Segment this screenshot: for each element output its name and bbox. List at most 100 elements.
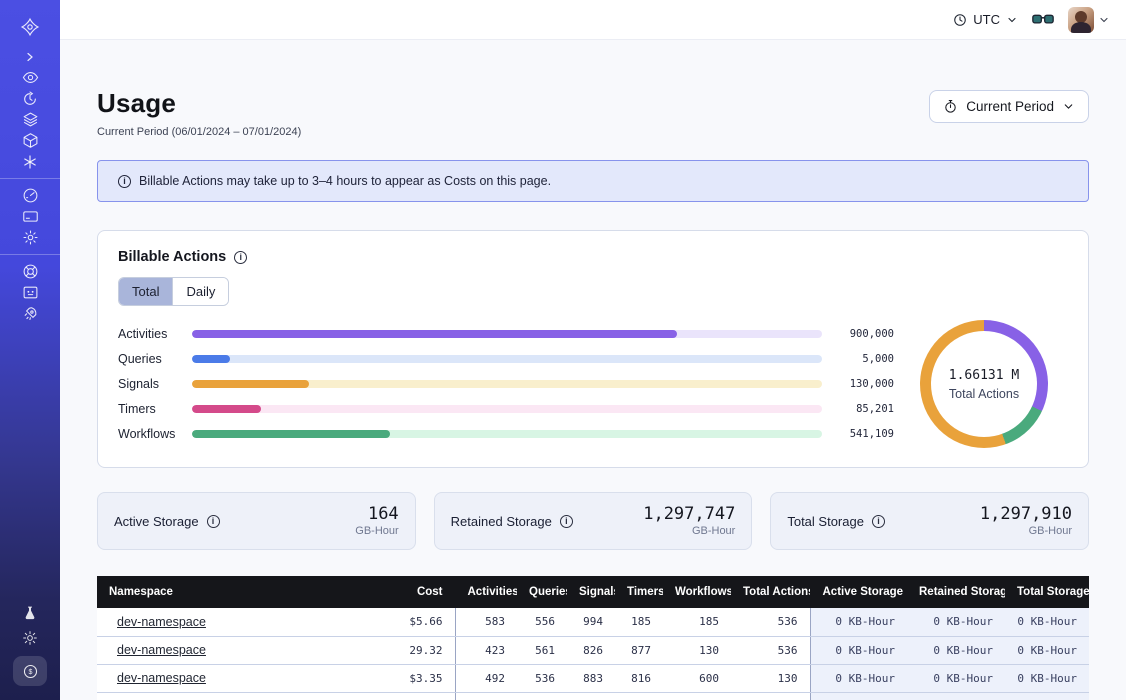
feedback-icon[interactable] [0,282,60,303]
asterisk-icon[interactable] [0,151,60,172]
cell-total_actions: 130 [731,664,810,692]
gear-icon[interactable] [0,227,60,248]
cell-signals: 883 [567,664,615,692]
info-icon[interactable]: i [872,515,885,528]
sidebar-divider [0,178,60,179]
table-head: NamespaceCostActivitiesQueriesSignalsTim… [97,576,1089,608]
table-row: dev-namespace$5.665835569941851855360 KB… [97,608,1089,636]
storage-card-unit: GB-Hour [355,525,398,537]
cell-cost: $3.35 [367,664,455,692]
eye-icon[interactable] [0,67,60,88]
cell-activities: 423 [455,636,517,664]
bar-value: 130,000 [832,378,894,390]
tab-total[interactable]: Total [119,278,172,305]
bar-fill [192,355,230,363]
coin-dollar-icon[interactable]: $ [13,656,47,686]
table-header-workflows: Workflows [663,576,731,608]
table-header-namespace: Namespace [97,576,367,608]
cell-total_storage: 0 KB-Hour [1005,636,1089,664]
glasses-icon[interactable] [1032,12,1054,27]
chevron-down-icon [1006,14,1018,26]
info-icon[interactable]: i [234,251,247,264]
cell-namespace: dev-namespace [97,664,367,692]
namespace-link[interactable]: dev-namespace [117,643,206,657]
namespace-link[interactable]: dev-namespace [117,615,206,629]
cell-retained_storage: 0 KB-Hour [907,636,1005,664]
timezone-label: UTC [973,12,1000,27]
bar-label: Activities [118,327,182,341]
storage-card-label: Active Storage [114,514,199,529]
topbar: UTC [60,0,1126,40]
info-icon[interactable]: i [207,515,220,528]
donut-total-label: Total Actions [949,387,1019,401]
cell-retained_storage: 0 KB-Hour [907,608,1005,636]
bar-fill [192,430,390,438]
user-menu[interactable] [1068,7,1110,33]
storage-card: Total Storagei1,297,910GB-Hour [770,492,1089,550]
table-row [97,692,1089,700]
storage-card-label: Retained Storage [451,514,552,529]
cell-queries: 556 [517,608,567,636]
cell-retained_storage: 0 KB-Hour [907,664,1005,692]
cell-timers: 877 [615,636,663,664]
cell-namespace: dev-namespace [97,608,367,636]
info-icon[interactable]: i [560,515,573,528]
sidebar-divider [0,254,60,255]
bar-track [192,330,822,338]
layers-icon[interactable] [0,109,60,130]
table-header-timers: Timers [615,576,663,608]
timezone-selector[interactable]: UTC [953,12,1018,27]
stopwatch-icon [943,99,958,114]
cell-queries: 536 [517,664,567,692]
cell-active_storage [810,692,907,700]
retry-clock-icon[interactable] [0,88,60,109]
cell-total_actions: 536 [731,608,810,636]
cell-active_storage: 0 KB-Hour [810,636,907,664]
donut-total-value: 1.66131 M [949,368,1019,383]
cell-cost [367,692,455,700]
storage-card-value: 1,297,747 [643,505,735,523]
flask-icon[interactable] [0,600,60,625]
sidebar: $ [0,0,60,700]
cell-retained_storage [907,692,1005,700]
period-button-label: Current Period [966,99,1054,114]
cell-queries [517,692,567,700]
rocket-icon[interactable] [0,303,60,324]
gauge-icon[interactable] [0,185,60,206]
chevron-down-icon [1098,14,1110,26]
bar-value: 85,201 [832,403,894,415]
cell-signals [567,692,615,700]
clock-icon [953,13,967,27]
credit-card-icon[interactable] [0,206,60,227]
cell-active_storage: 0 KB-Hour [810,664,907,692]
table-header-retained_storage: Retained Storage [907,576,1005,608]
chevron-right-icon[interactable] [0,46,60,67]
usage-table: NamespaceCostActivitiesQueriesSignalsTim… [97,576,1089,700]
namespace-link[interactable]: dev-namespace [117,671,206,685]
sun-icon[interactable] [0,625,60,650]
cell-activities: 583 [455,608,517,636]
chevron-down-icon [1062,100,1075,113]
temporal-logo-icon[interactable] [0,12,60,42]
bar-value: 900,000 [832,328,894,340]
cell-timers [615,692,663,700]
cell-signals: 826 [567,636,615,664]
table-header-queries: Queries [517,576,567,608]
table-header-total_actions: Total Actions [731,576,810,608]
period-dropdown-button[interactable]: Current Period [929,90,1089,123]
bar-track [192,430,822,438]
avatar[interactable] [1068,7,1094,33]
bar-value: 541,109 [832,428,894,440]
billable-bar-row: Workflows541,109 [118,422,894,447]
cell-namespace [97,692,367,700]
bar-track [192,355,822,363]
table-header-signals: Signals [567,576,615,608]
tab-daily[interactable]: Daily [172,278,228,305]
table-header-active_storage: Active Storage [810,576,907,608]
storage-card-value: 1,297,910 [980,505,1072,523]
lifebuoy-icon[interactable] [0,261,60,282]
cube-icon[interactable] [0,130,60,151]
bar-value: 5,000 [832,353,894,365]
info-icon: i [118,175,131,188]
svg-text:$: $ [28,667,32,675]
